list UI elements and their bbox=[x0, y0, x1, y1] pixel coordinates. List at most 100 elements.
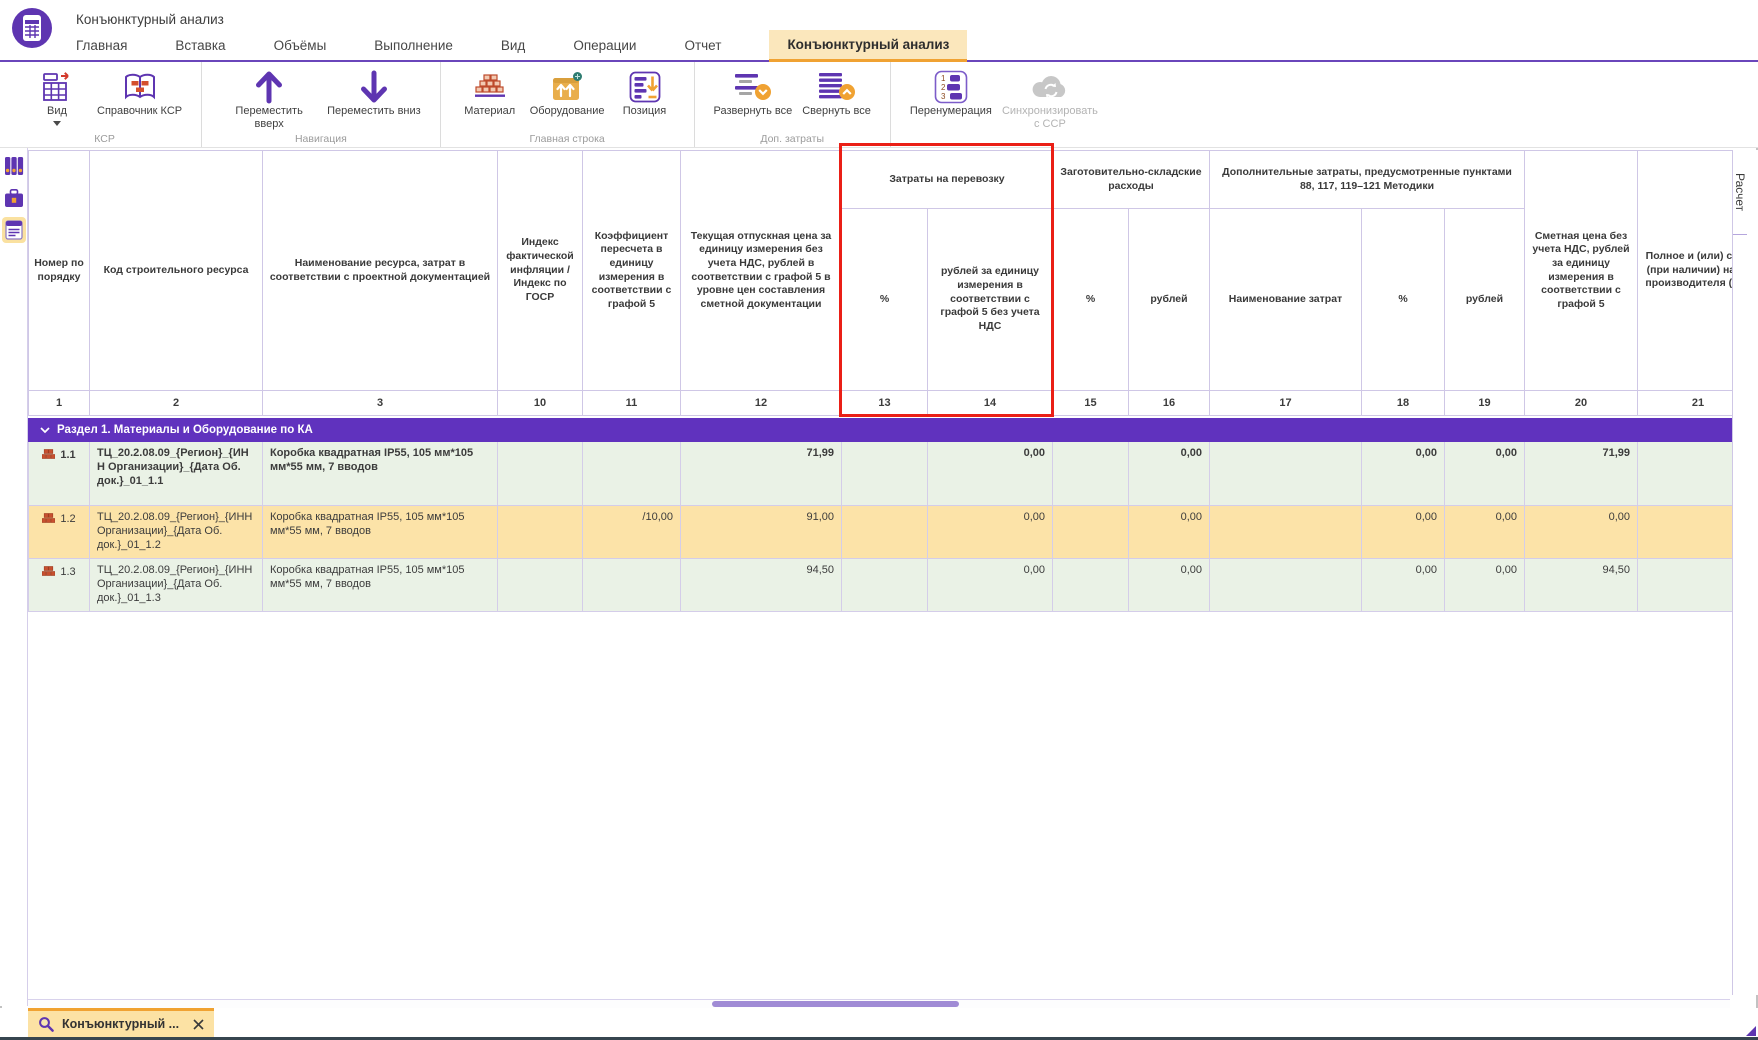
material-warning-icon bbox=[42, 566, 55, 577]
position-button[interactable]: Позиция bbox=[615, 69, 675, 118]
cell-c10[interactable] bbox=[498, 442, 583, 506]
menu-item-operacii[interactable]: Операции bbox=[573, 38, 636, 62]
toolbar-group-navigation: Переместить вверх Переместить вниз Навиг… bbox=[202, 62, 441, 147]
group-label-extra-costs: Доп. затраты bbox=[695, 133, 890, 145]
col-header-inflation-index: Индекс фактической инфляции / Индекс по … bbox=[498, 151, 583, 391]
cell-c14[interactable]: 0,00 bbox=[928, 506, 1053, 559]
col-num-3: 3 bbox=[263, 391, 498, 416]
material-warning-icon bbox=[42, 449, 55, 460]
ksr-reference-label: Справочник КСР bbox=[97, 105, 182, 118]
equipment-button[interactable]: Оборудование bbox=[530, 69, 605, 118]
document-tab-konyunkturny[interactable]: Конъюнктурный ... bbox=[28, 1008, 214, 1037]
cell-c20[interactable]: 94,50 bbox=[1525, 559, 1638, 612]
cell-c10[interactable] bbox=[498, 559, 583, 612]
position-list-icon bbox=[629, 69, 661, 105]
expand-all-icon bbox=[734, 69, 772, 105]
col-header-transport-rub: рублей за единицу измерения в соответств… bbox=[928, 209, 1053, 391]
col-num-20: 20 bbox=[1525, 391, 1638, 416]
view-button[interactable]: Вид bbox=[27, 69, 87, 126]
cell-c18[interactable]: 0,00 bbox=[1362, 506, 1445, 559]
col-header-additional-pct: % bbox=[1362, 209, 1445, 391]
cell-c15[interactable] bbox=[1053, 442, 1129, 506]
cell-number[interactable]: 1.1 bbox=[29, 442, 90, 506]
col-header-transport-pct: % bbox=[842, 209, 928, 391]
ksr-reference-button[interactable]: Справочник КСР bbox=[97, 69, 182, 118]
cell-c11[interactable]: /10,00 bbox=[583, 506, 681, 559]
material-button[interactable]: Материал bbox=[460, 69, 520, 118]
col-header-code: Код строительного ресурса bbox=[90, 151, 263, 391]
col-header-warehouse-pct: % bbox=[1053, 209, 1129, 391]
cell-c20[interactable]: 71,99 bbox=[1525, 442, 1638, 506]
right-panel-strip: Расчет bbox=[1732, 150, 1758, 995]
section-row[interactable]: Раздел 1. Материалы и Оборудование по КА bbox=[28, 418, 1758, 442]
expand-all-button[interactable]: Развернуть все bbox=[714, 69, 793, 118]
svg-text:3: 3 bbox=[941, 92, 946, 101]
cell-c18[interactable]: 0,00 bbox=[1362, 559, 1445, 612]
cell-c12[interactable]: 91,00 bbox=[681, 506, 842, 559]
col-num-15: 15 bbox=[1053, 391, 1129, 416]
cell-c11[interactable] bbox=[583, 559, 681, 612]
cell-code[interactable]: ТЦ_20.2.08.09_{Регион}_{ИНН Организации}… bbox=[90, 442, 263, 506]
menu-item-obyomy[interactable]: Объёмы bbox=[274, 38, 327, 62]
cell-c11[interactable] bbox=[583, 442, 681, 506]
sidebar-sheet-button[interactable] bbox=[2, 217, 26, 243]
equipment-label: Оборудование bbox=[530, 105, 605, 118]
cell-c20[interactable]: 0,00 bbox=[1525, 506, 1638, 559]
cell-c16[interactable]: 0,00 bbox=[1129, 506, 1210, 559]
cell-c15[interactable] bbox=[1053, 506, 1129, 559]
cell-c19[interactable]: 0,00 bbox=[1445, 559, 1525, 612]
cell-name[interactable]: Коробка квадратная IP55, 105 мм*105 мм*5… bbox=[263, 559, 498, 612]
menu-item-vstavka[interactable]: Вставка bbox=[175, 38, 225, 62]
cell-c16[interactable]: 0,00 bbox=[1129, 559, 1210, 612]
chevron-down-icon bbox=[53, 121, 61, 126]
menu-item-otchet[interactable]: Отчет bbox=[684, 38, 721, 62]
table-row: 1.2 ТЦ_20.2.08.09_{Регион}_{ИНН Организа… bbox=[28, 506, 1758, 559]
collapse-all-button[interactable]: Свернуть все bbox=[802, 69, 871, 118]
resize-grip[interactable] bbox=[1746, 1026, 1756, 1036]
renumber-button[interactable]: 1 2 3 Перенумерация bbox=[910, 69, 992, 118]
cell-code[interactable]: ТЦ_20.2.08.09_{Регион}_{ИНН Организации}… bbox=[90, 506, 263, 559]
col-header-conversion: Коэффициент пересчета в единицу измерени… bbox=[583, 151, 681, 391]
cell-c16[interactable]: 0,00 bbox=[1129, 442, 1210, 506]
table-row: 1.1 ТЦ_20.2.08.09_{Регион}_{ИНН Организа… bbox=[28, 442, 1758, 506]
cell-c17[interactable] bbox=[1210, 442, 1362, 506]
cell-c19[interactable]: 0,00 bbox=[1445, 506, 1525, 559]
menu-item-glavnaya[interactable]: Главная bbox=[76, 38, 127, 62]
tab-raschet[interactable]: Расчет bbox=[1733, 150, 1747, 235]
menu-item-vid[interactable]: Вид bbox=[501, 38, 525, 62]
horizontal-scrollbar-thumb[interactable] bbox=[712, 1001, 959, 1007]
cell-c13[interactable] bbox=[842, 506, 928, 559]
cell-c14[interactable]: 0,00 bbox=[928, 442, 1053, 506]
cell-c17[interactable] bbox=[1210, 506, 1362, 559]
cell-c12[interactable]: 71,99 bbox=[681, 442, 842, 506]
cell-code[interactable]: ТЦ_20.2.08.09_{Регион}_{ИНН Организации}… bbox=[90, 559, 263, 612]
cell-c15[interactable] bbox=[1053, 559, 1129, 612]
cell-c17[interactable] bbox=[1210, 559, 1362, 612]
cell-c14[interactable]: 0,00 bbox=[928, 559, 1053, 612]
cell-c10[interactable] bbox=[498, 506, 583, 559]
sidebar-briefcase-button[interactable] bbox=[2, 185, 26, 211]
book-icon bbox=[122, 69, 158, 105]
col-num-1: 1 bbox=[29, 391, 90, 416]
cell-c19[interactable]: 0,00 bbox=[1445, 442, 1525, 506]
move-up-button[interactable]: Переместить вверх bbox=[221, 69, 317, 131]
cell-number[interactable]: 1.3 bbox=[29, 559, 90, 612]
bricks-icon bbox=[471, 69, 509, 105]
cell-number[interactable]: 1.2 bbox=[29, 506, 90, 559]
renumber-icon: 1 2 3 bbox=[934, 69, 968, 105]
table-view-icon bbox=[41, 69, 73, 105]
sync-ssr-label: Синхронизировать с ССР bbox=[1002, 105, 1098, 131]
cell-c13[interactable] bbox=[842, 559, 928, 612]
menu-item-vypolnenie[interactable]: Выполнение bbox=[374, 38, 453, 62]
cell-c12[interactable]: 94,50 bbox=[681, 559, 842, 612]
cell-name[interactable]: Коробка квадратная IP55, 105 мм*105 мм*5… bbox=[263, 442, 498, 506]
move-down-button[interactable]: Переместить вниз bbox=[327, 69, 421, 118]
cell-c13[interactable] bbox=[842, 442, 928, 506]
menu-tab-konyunkturny-analiz-active[interactable]: Конъюнктурный анализ bbox=[769, 30, 967, 62]
sidebar-binders-button[interactable] bbox=[2, 153, 26, 179]
cell-name[interactable]: Коробка квадратная IP55, 105 мм*105 мм*5… bbox=[263, 506, 498, 559]
cell-c18[interactable]: 0,00 bbox=[1362, 442, 1445, 506]
close-icon[interactable] bbox=[193, 1019, 204, 1030]
toolbar-group-main-row: Материал Оборудование bbox=[441, 62, 695, 147]
expand-all-label: Развернуть все bbox=[714, 105, 793, 118]
